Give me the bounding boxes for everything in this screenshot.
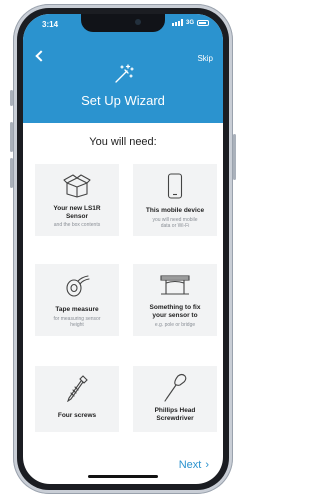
signal-icon xyxy=(171,19,183,26)
magic-wand-icon xyxy=(115,64,134,83)
home-indicator[interactable] xyxy=(88,475,158,478)
requirement-card-mobile: This mobile device you will need mobile … xyxy=(133,164,217,236)
screw-icon xyxy=(67,375,88,402)
mobile-device-icon xyxy=(167,173,183,199)
front-camera xyxy=(135,19,141,25)
tape-measure-icon xyxy=(66,275,90,297)
requirement-card-mounting: Something to fix your sensor to e.g. pol… xyxy=(133,264,217,336)
requirement-card-screws: Four screws xyxy=(35,366,119,432)
item-name: Tape measure xyxy=(55,306,99,313)
item-name: Phillips Head Screwdriver xyxy=(154,407,196,422)
item-description: for measuring sensor height xyxy=(53,316,101,328)
status-time: 3:14 xyxy=(42,20,59,29)
volume-up-button xyxy=(10,122,13,152)
item-name: This mobile device xyxy=(145,207,205,214)
next-button[interactable]: Next › xyxy=(179,459,209,471)
phone-frame: 3:14 3G Skip Set Up Wizard You will need… xyxy=(10,4,236,494)
item-name: Something to fix your sensor to xyxy=(149,304,201,319)
header-bar: 3:14 3G Skip Set Up Wizard xyxy=(23,14,223,123)
screwdriver-icon xyxy=(164,373,187,402)
bridge-icon xyxy=(160,275,190,295)
item-description: you will need mobile data or Wi-Fi xyxy=(152,217,198,229)
requirement-card-screwdriver: Phillips Head Screwdriver xyxy=(133,366,217,432)
chevron-left-icon[interactable] xyxy=(35,50,47,62)
next-label: Next xyxy=(178,459,202,471)
chevron-right-icon: › xyxy=(205,459,209,471)
status-indicators: 3G xyxy=(171,19,209,26)
item-description: e.g. pole or bridge xyxy=(154,322,196,328)
phone-bezel: 3:14 3G Skip Set Up Wizard You will need… xyxy=(17,8,229,490)
requirement-card-sensor: Your new LS1R Sensor and the box content… xyxy=(35,164,119,236)
box-icon xyxy=(63,174,91,198)
app-screen: 3:14 3G Skip Set Up Wizard You will need… xyxy=(23,14,223,484)
item-name: Your new LS1R Sensor xyxy=(53,205,101,220)
battery-icon xyxy=(197,19,209,26)
page-title: Set Up Wizard xyxy=(81,93,165,108)
requirement-card-tape-measure: Tape measure for measuring sensor height xyxy=(35,264,119,336)
notch xyxy=(81,14,165,32)
item-name: Four screws xyxy=(57,412,97,419)
network-type: 3G xyxy=(185,19,194,26)
volume-down-button xyxy=(10,158,13,188)
item-description: and the box contents xyxy=(53,222,101,228)
skip-button[interactable]: Skip xyxy=(197,54,213,63)
power-button xyxy=(233,134,236,180)
section-subtitle: You will need: xyxy=(89,136,157,148)
mute-switch xyxy=(10,90,13,106)
